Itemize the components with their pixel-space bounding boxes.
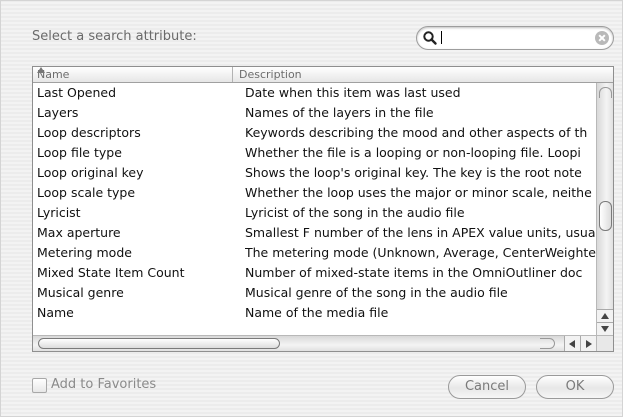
vertical-scrollbar[interactable] <box>596 83 613 336</box>
scrollbar-track-cap <box>540 338 555 349</box>
attribute-table[interactable]: Name Description Last Opened Date when th… <box>32 66 614 352</box>
cell-description: Keywords describing the mood and other a… <box>245 125 588 140</box>
scrollbar-corner <box>596 335 613 351</box>
table-row[interactable]: Lyricist Lyricist of the song in the audi… <box>33 203 596 223</box>
search-attribute-dialog: Select a search attribute: Name Descript… <box>0 0 623 417</box>
scrollbar-track-cap <box>599 87 612 98</box>
table-header: Name Description <box>33 67 613 83</box>
cell-name: Metering mode <box>37 245 132 260</box>
cell-name: Loop descriptors <box>37 125 141 140</box>
add-to-favorites-label: Add to Favorites <box>51 377 157 392</box>
table-row[interactable]: Last Opened Date when this item was last … <box>33 83 596 103</box>
text-cursor <box>441 31 442 44</box>
cell-name: Musical genre <box>37 285 124 300</box>
scroll-right-arrow-icon[interactable] <box>580 336 596 351</box>
cell-name: Loop original key <box>37 165 144 180</box>
table-row[interactable]: Name Name of the media file <box>33 303 596 323</box>
cell-description: The metering mode (Unknown, Average, Cen… <box>245 245 596 260</box>
table-row[interactable]: Loop original key Shows the loop's origin… <box>33 163 596 183</box>
search-input[interactable] <box>443 29 583 46</box>
scroll-up-arrow-icon[interactable] <box>597 309 613 323</box>
cell-description: Name of the media file <box>245 305 389 320</box>
search-icon <box>423 31 437 45</box>
cell-name: Loop file type <box>37 145 122 160</box>
cell-name: Loop scale type <box>37 185 136 200</box>
table-row[interactable]: Layers Names of the layers in the file <box>33 103 596 123</box>
ok-button[interactable]: OK <box>536 375 614 399</box>
cell-description: Shows the loop's original key. The key i… <box>245 165 582 180</box>
checkbox-box[interactable] <box>32 378 47 393</box>
scroll-down-arrow-icon[interactable] <box>597 322 613 336</box>
column-header-name[interactable]: Name <box>33 67 233 82</box>
table-row[interactable]: Mixed State Item Count Number of mixed-st… <box>33 263 596 283</box>
cell-description: Date when this item was last used <box>245 85 461 100</box>
horizontal-scrollbar[interactable] <box>33 335 596 351</box>
search-field[interactable] <box>416 26 614 50</box>
dialog-prompt: Select a search attribute: <box>32 29 197 44</box>
cell-description: Lyricist of the song in the audio file <box>245 205 465 220</box>
cell-description: Number of mixed-state items in the OmniO… <box>245 265 583 280</box>
vertical-scroll-thumb[interactable] <box>599 201 612 231</box>
column-header-description[interactable]: Description <box>239 67 302 82</box>
horizontal-scroll-thumb[interactable] <box>38 338 280 349</box>
table-row[interactable]: Loop scale type Whether the loop uses the… <box>33 183 596 203</box>
table-row[interactable]: Loop descriptors Keywords describing the … <box>33 123 596 143</box>
scroll-left-arrow-icon[interactable] <box>564 336 580 351</box>
cell-name: Layers <box>37 105 79 120</box>
cell-description: Whether the loop uses the major or minor… <box>245 185 592 200</box>
table-rows: Last Opened Date when this item was last … <box>33 83 596 335</box>
table-row[interactable]: Max aperture Smallest F number of the len… <box>33 223 596 243</box>
sort-ascending-icon <box>37 67 45 73</box>
cell-description: Names of the layers in the file <box>245 105 434 120</box>
cell-name: Mixed State Item Count <box>37 265 185 280</box>
cell-name: Lyricist <box>37 205 81 220</box>
cell-name: Name <box>37 305 74 320</box>
cell-description: Musical genre of the song in the audio f… <box>245 285 508 300</box>
table-row[interactable]: Loop file type Whether the file is a loop… <box>33 143 596 163</box>
cell-name: Max aperture <box>37 225 121 240</box>
table-row[interactable]: Metering mode The metering mode (Unknown,… <box>33 243 596 263</box>
cell-name: Last Opened <box>37 85 117 100</box>
clear-search-icon[interactable] <box>595 31 609 45</box>
cancel-button[interactable]: Cancel <box>448 375 526 399</box>
cell-description: Whether the file is a looping or non-loo… <box>245 145 581 160</box>
table-row[interactable]: Musical genre Musical genre of the song i… <box>33 283 596 303</box>
cell-description: Smallest F number of the lens in APEX va… <box>245 225 596 240</box>
